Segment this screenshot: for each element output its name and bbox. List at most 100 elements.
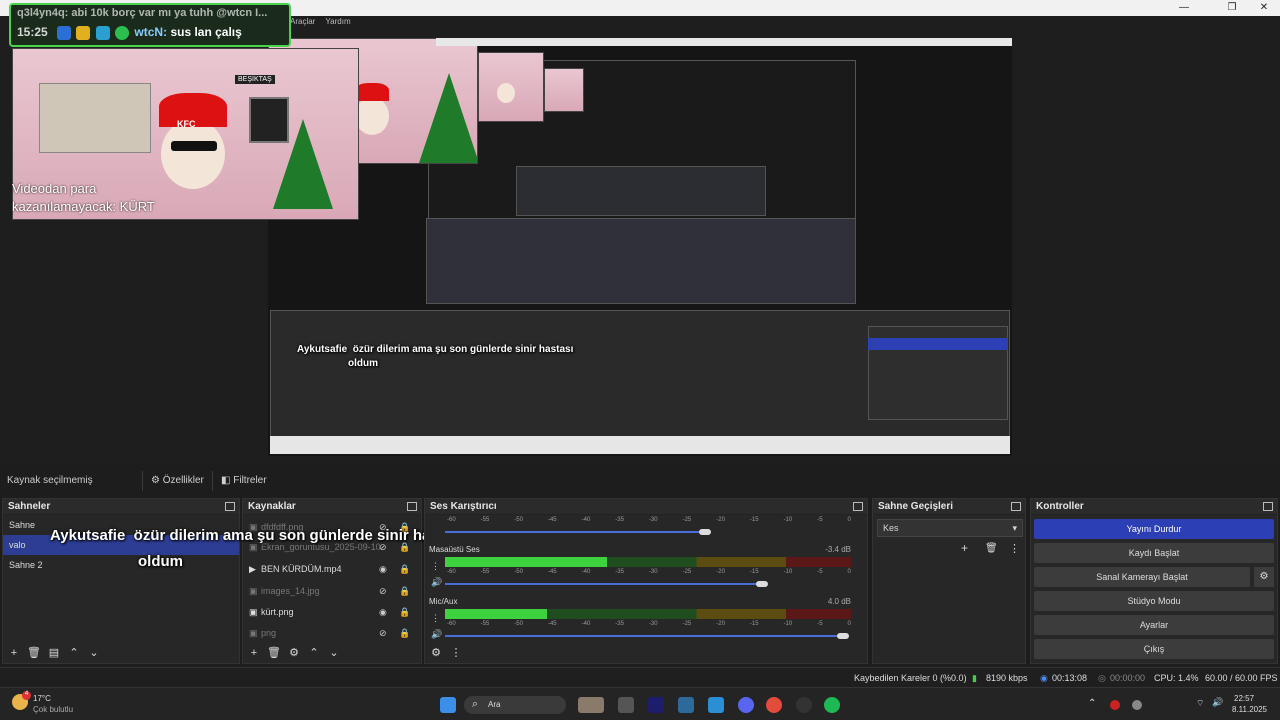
filters-button[interactable]: ◧ Filtreler bbox=[212, 471, 275, 491]
clock-time[interactable]: 22:57 bbox=[1234, 694, 1254, 703]
add-icon[interactable]: + bbox=[5, 643, 23, 663]
trash-icon[interactable]: 🗑 bbox=[25, 643, 43, 663]
eye-icon[interactable]: ◉ bbox=[379, 559, 387, 579]
tray-app-icon[interactable] bbox=[1132, 700, 1142, 710]
up-icon[interactable]: ⌃ bbox=[65, 643, 83, 663]
up-icon[interactable]: ⌃ bbox=[305, 643, 323, 663]
gear-icon[interactable]: ⚙ bbox=[1254, 567, 1274, 587]
tick-label: -40 bbox=[581, 517, 591, 523]
chevron-up-icon[interactable]: ⌃ bbox=[1088, 698, 1096, 709]
badge-icon bbox=[57, 25, 72, 40]
premiere-icon[interactable] bbox=[648, 697, 664, 713]
studio-mode-button[interactable]: Stüdyo Modu bbox=[1034, 591, 1274, 611]
down-icon[interactable]: ⌄ bbox=[85, 643, 103, 663]
chat-time: 15:25 bbox=[17, 25, 48, 39]
trash-icon[interactable]: 🗑 bbox=[265, 643, 283, 663]
volume-slider[interactable] bbox=[445, 635, 843, 637]
menu-icon[interactable]: ⋮ bbox=[1009, 542, 1020, 555]
start-recording-button[interactable]: Kaydı Başlat bbox=[1034, 543, 1274, 563]
audio-mixer-dock: Ses Karıştırıcı -60 -55 -50 -45 -40 -35 -30 -25… bbox=[424, 498, 868, 664]
chat-message-current: 15:25 wtcN: sus lan çalış bbox=[17, 25, 283, 40]
volume-knob[interactable] bbox=[836, 633, 849, 639]
app-icon[interactable] bbox=[708, 697, 724, 713]
volume-icon[interactable]: 🔊 bbox=[1212, 697, 1223, 708]
search-icon: ⌕ bbox=[472, 698, 479, 710]
source-item[interactable]: ▣ images_14.jpg ⊘ 🔒 bbox=[249, 581, 410, 601]
transition-select[interactable]: Kes ▾ bbox=[877, 519, 1023, 537]
down-icon[interactable]: ⌄ bbox=[325, 643, 343, 663]
undock-icon[interactable] bbox=[225, 502, 235, 511]
clock-date[interactable]: 8.11.2025 bbox=[1232, 705, 1267, 714]
lock-icon[interactable]: 🔒 bbox=[399, 623, 410, 643]
cpu-usage: CPU: 1.4% bbox=[1154, 673, 1199, 683]
lock-icon[interactable]: 🔒 bbox=[399, 559, 410, 579]
properties-button[interactable]: ⚙ Özellikler bbox=[142, 471, 212, 491]
mixer-ticks: -60 -55 -50 -45 -40 -35 -30 -25 -20 -15 -10 -5 0 bbox=[447, 517, 851, 523]
filter-icon[interactable]: ▤ bbox=[45, 643, 63, 663]
caption-line-2: kazanılamayacak: KÜRT bbox=[12, 199, 155, 214]
channel-db: 4.0 dB bbox=[827, 597, 851, 606]
undock-icon[interactable] bbox=[407, 502, 417, 511]
discord-icon[interactable] bbox=[738, 697, 754, 713]
undock-icon[interactable] bbox=[853, 502, 863, 511]
channel-name: Masaüstü Ses bbox=[429, 545, 480, 554]
chat-overlay: q3l4yn4q: abi 10k borç var mı ya tuhh @w… bbox=[9, 3, 291, 47]
nested-overlay-name: Aykutsafie bbox=[297, 344, 348, 355]
lock-icon[interactable]: 🔒 bbox=[399, 602, 410, 622]
source-item[interactable]: ▣ kürt.png ◉ 🔒 bbox=[249, 602, 410, 622]
undock-icon[interactable] bbox=[1263, 502, 1273, 511]
tick-label: 0 bbox=[847, 621, 851, 627]
nested-overlay-text-2: oldum bbox=[348, 358, 378, 369]
speaker-icon[interactable]: 🔊 bbox=[431, 577, 442, 588]
tick-label: -55 bbox=[480, 569, 490, 575]
lock-icon[interactable]: 🔒 bbox=[399, 581, 410, 601]
file-explorer-icon[interactable] bbox=[618, 697, 634, 713]
menu-item-help[interactable]: Yardım bbox=[325, 17, 350, 26]
chrome-icon[interactable] bbox=[766, 697, 782, 713]
eye-icon[interactable]: ◉ bbox=[379, 602, 387, 622]
channel-menu-icon[interactable]: ⋮ bbox=[431, 561, 440, 572]
gear-icon[interactable]: ⚙ bbox=[427, 643, 445, 663]
source-item[interactable]: ▶ BEN KÜRDÜM.mp4 ◉ 🔒 bbox=[249, 559, 410, 579]
virtual-camera-button[interactable]: Sanal Kamerayı Başlat bbox=[1034, 567, 1250, 587]
search-box[interactable]: ⌕ Ara bbox=[464, 696, 566, 714]
hidden-eye-icon[interactable]: ⊘ bbox=[379, 623, 387, 643]
tick-label: -20 bbox=[716, 621, 725, 627]
speaker-icon[interactable]: 🔊 bbox=[431, 629, 442, 640]
gear-icon[interactable]: ⚙ bbox=[285, 643, 303, 663]
tick-label: -10 bbox=[783, 517, 793, 523]
stop-streaming-button[interactable]: Yayını Durdur bbox=[1034, 519, 1274, 539]
preview-canvas[interactable] bbox=[268, 38, 1012, 456]
scene-item[interactable]: Sahne 2 bbox=[3, 555, 239, 575]
volume-slider[interactable] bbox=[445, 531, 705, 533]
windows-start-icon[interactable] bbox=[440, 697, 456, 713]
menu-icon[interactable]: ⋮ bbox=[447, 643, 465, 663]
maximize-button[interactable]: ❐ bbox=[1216, 0, 1248, 16]
exit-button[interactable]: Çıkış bbox=[1034, 639, 1274, 659]
widget-icon[interactable] bbox=[578, 697, 604, 713]
minimize-button[interactable]: — bbox=[1168, 0, 1200, 16]
network-icon[interactable]: ⌔ bbox=[1196, 698, 1204, 709]
tick-label: -15 bbox=[749, 569, 759, 575]
close-button[interactable]: ✕ bbox=[1248, 0, 1280, 16]
add-icon[interactable]: + bbox=[961, 541, 968, 555]
trash-icon[interactable]: 🗑 bbox=[985, 543, 998, 554]
add-icon[interactable]: + bbox=[245, 643, 263, 663]
menu-item-tools[interactable]: Araçlar bbox=[290, 17, 315, 26]
undock-icon[interactable] bbox=[1011, 502, 1021, 511]
app-icon[interactable] bbox=[678, 697, 694, 713]
channel-db: -3.4 dB bbox=[825, 545, 851, 554]
obs-icon[interactable] bbox=[796, 697, 812, 713]
spotify-icon[interactable] bbox=[824, 697, 840, 713]
hidden-eye-icon[interactable]: ⊘ bbox=[379, 581, 387, 601]
tray-app-icon[interactable] bbox=[1110, 700, 1120, 710]
fps: 60.00 / 60.00 FPS bbox=[1205, 673, 1278, 683]
record-time: 00:00:00 bbox=[1110, 673, 1146, 683]
volume-slider[interactable] bbox=[445, 583, 762, 585]
volume-knob[interactable] bbox=[755, 581, 768, 587]
volume-knob[interactable] bbox=[699, 529, 711, 535]
tick-label: -60 bbox=[447, 517, 456, 523]
settings-button[interactable]: Ayarlar bbox=[1034, 615, 1274, 635]
source-item[interactable]: ▣ png ⊘ 🔒 bbox=[249, 623, 410, 643]
channel-menu-icon[interactable]: ⋮ bbox=[431, 613, 440, 624]
